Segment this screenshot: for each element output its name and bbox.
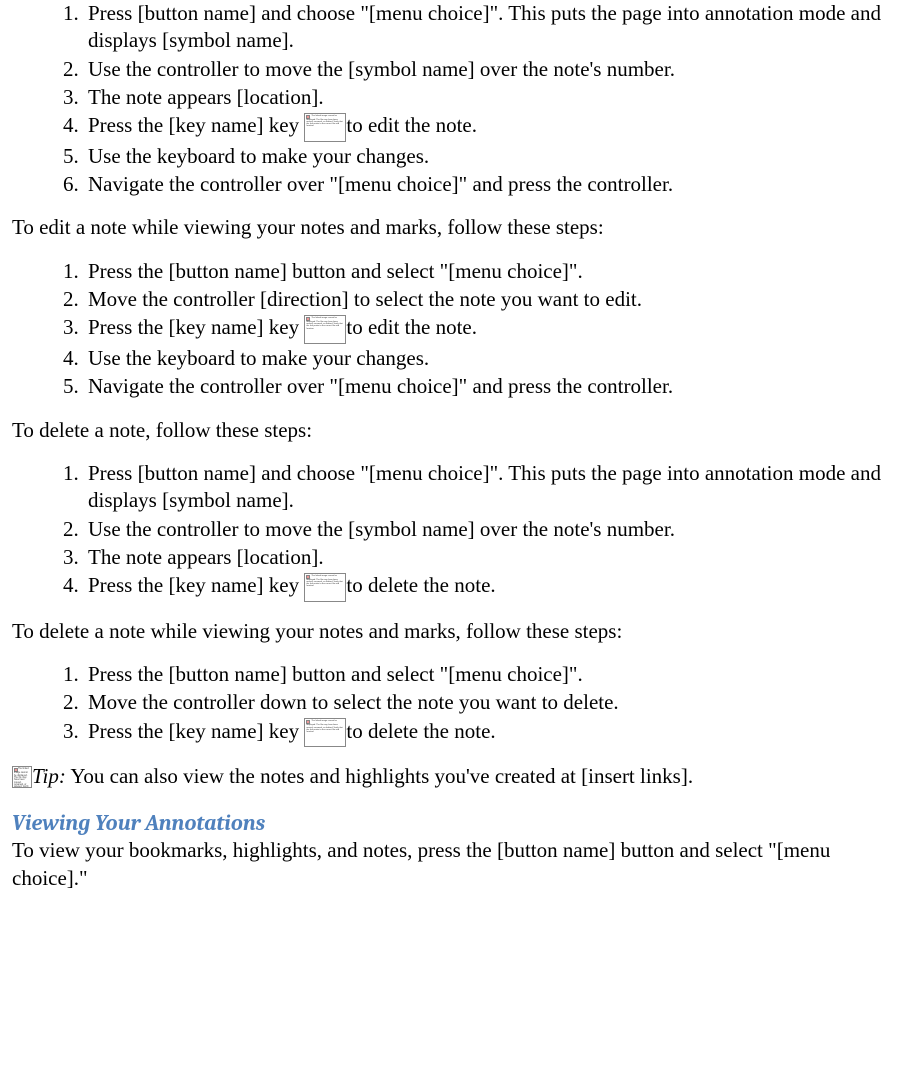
steps-list-delete-viewing: Press the [button name] button and selec… — [12, 661, 905, 747]
list-item: Press the [key name] key The linked imag… — [84, 718, 905, 748]
list-item: Press [button name] and choose "[menu ch… — [84, 460, 905, 515]
broken-image-text: The linked image cannot be displayed. Th… — [306, 317, 342, 330]
list-item: Navigate the controller over "[menu choi… — [84, 373, 905, 400]
list-item: Press [button name] and choose "[menu ch… — [84, 0, 905, 55]
list-item: Use the keyboard to make your changes. — [84, 345, 905, 372]
step-text: Press the [button name] button and selec… — [88, 259, 583, 283]
tip-text: You can also view the notes and highligh… — [66, 764, 693, 788]
broken-image-icon: The linked image cannot be displayed. Th… — [304, 113, 346, 142]
steps-list-edit-reading: Press [button name] and choose "[menu ch… — [12, 0, 905, 198]
paragraph-delete-viewing: To delete a note while viewing your note… — [12, 618, 905, 645]
step-text: Use the controller to move the [symbol n… — [88, 57, 675, 81]
list-item: Use the controller to move the [symbol n… — [84, 56, 905, 83]
step-text: Navigate the controller over "[menu choi… — [88, 374, 673, 398]
list-item: The note appears [location]. — [84, 84, 905, 111]
step-text: The note appears [location]. — [88, 545, 324, 569]
step-after-text: to edit the note. — [346, 113, 477, 137]
tip-label: Tip: — [32, 764, 66, 788]
list-item: Press the [key name] key The linked imag… — [84, 572, 905, 602]
broken-image-icon: The linked image cannot be displayed. Th… — [304, 573, 346, 602]
step-text: Use the keyboard to make your changes. — [88, 346, 429, 370]
paragraph-delete-reading: To delete a note, follow these steps: — [12, 417, 905, 444]
paragraph-viewing-annotations: To view your bookmarks, highlights, and … — [12, 837, 905, 892]
tip-broken-image-icon: The linked image cannot be displayed. Th… — [12, 766, 32, 788]
broken-image-icon: The linked image cannot be displayed. Th… — [304, 315, 346, 344]
list-item: Press the [key name] key The linked imag… — [84, 314, 905, 344]
step-text: Press [button name] and choose "[menu ch… — [88, 461, 881, 512]
section-heading-viewing-annotations: Viewing Your Annotations — [12, 809, 905, 838]
list-item: Use the keyboard to make your changes. — [84, 143, 905, 170]
step-text: Move the controller down to select the n… — [88, 690, 619, 714]
step-before-text: Press the [key name] key — [88, 315, 304, 339]
broken-image-icon: The linked image cannot be displayed. Th… — [304, 718, 346, 747]
list-item: Press the [button name] button and selec… — [84, 661, 905, 688]
step-text: The note appears [location]. — [88, 85, 324, 109]
step-text: Press the [button name] button and selec… — [88, 662, 583, 686]
step-text: Use the keyboard to make your changes. — [88, 144, 429, 168]
step-after-text: to edit the note. — [346, 315, 477, 339]
paragraph-edit-viewing: To edit a note while viewing your notes … — [12, 214, 905, 241]
broken-image-text: The linked image cannot be displayed. Th… — [14, 768, 29, 788]
step-before-text: Press the [key name] key — [88, 719, 304, 743]
list-item: Press the [key name] key The linked imag… — [84, 112, 905, 142]
steps-list-edit-viewing: Press the [button name] button and selec… — [12, 258, 905, 401]
step-text: Navigate the controller over "[menu choi… — [88, 172, 673, 196]
broken-image-text: The linked image cannot be displayed. Th… — [306, 575, 342, 588]
tip-paragraph: The linked image cannot be displayed. Th… — [12, 763, 905, 790]
list-item: Use the controller to move the [symbol n… — [84, 516, 905, 543]
list-item: Move the controller down to select the n… — [84, 689, 905, 716]
list-item: Press the [button name] button and selec… — [84, 258, 905, 285]
step-text: Use the controller to move the [symbol n… — [88, 517, 675, 541]
step-before-text: Press the [key name] key — [88, 113, 304, 137]
step-after-text: to delete the note. — [346, 719, 495, 743]
broken-image-text: The linked image cannot be displayed. Th… — [306, 720, 342, 733]
step-text: Move the controller [direction] to selec… — [88, 287, 642, 311]
steps-list-delete-reading: Press [button name] and choose "[menu ch… — [12, 460, 905, 602]
step-before-text: Press the [key name] key — [88, 573, 304, 597]
step-text: Press [button name] and choose "[menu ch… — [88, 1, 881, 52]
step-after-text: to delete the note. — [346, 573, 495, 597]
broken-image-text: The linked image cannot be displayed. Th… — [306, 115, 342, 128]
list-item: Move the controller [direction] to selec… — [84, 286, 905, 313]
list-item: The note appears [location]. — [84, 544, 905, 571]
list-item: Navigate the controller over "[menu choi… — [84, 171, 905, 198]
